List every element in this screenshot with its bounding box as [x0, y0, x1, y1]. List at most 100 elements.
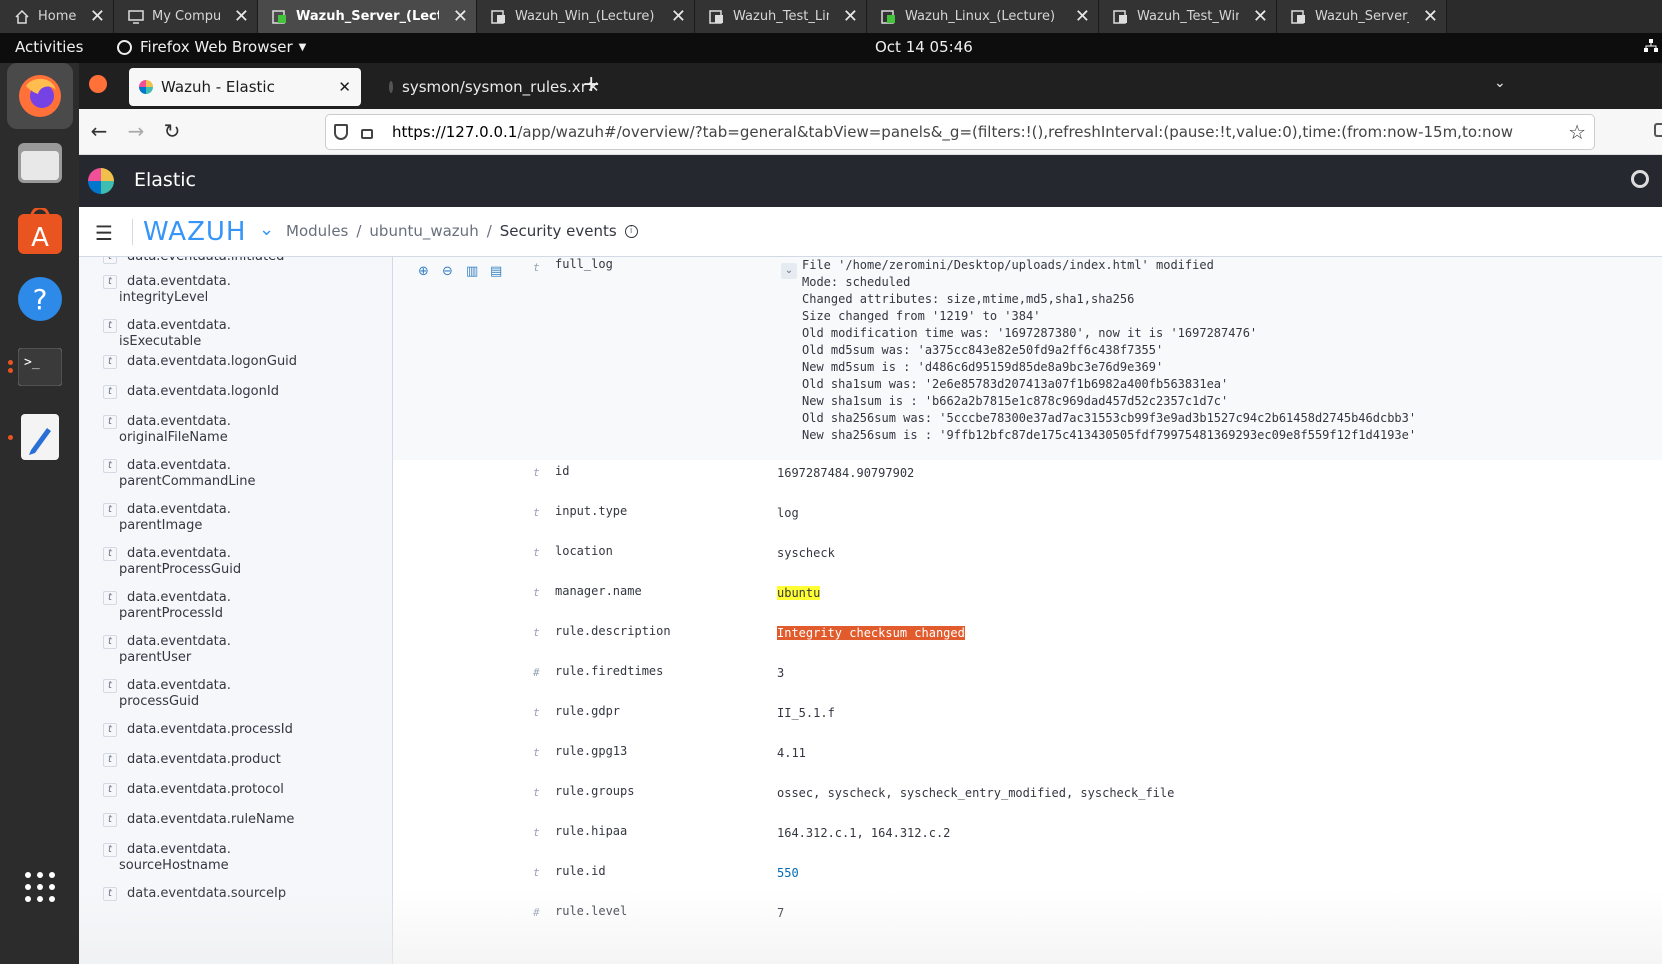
help-icon[interactable]: ? — [14, 273, 66, 325]
field-name-continued: parentProcessId — [119, 606, 224, 621]
document-field-row: t rule.hipaa 164.312.c.1, 164.312.c.2 — [393, 822, 1662, 862]
close-icon[interactable]: ✕ — [439, 6, 468, 27]
app-menu[interactable]: Firefox Web Browser ▼ — [117, 38, 306, 56]
tab-sysmon-rules[interactable]: sysmon/sysmon_rules.xr ✕ — [379, 68, 599, 106]
field-list-item[interactable]: t data.eventdata.initiated — [103, 257, 284, 265]
close-icon[interactable]: ✕ — [220, 6, 249, 27]
type-string-icon: t — [103, 723, 117, 737]
field-key: rule.id — [555, 864, 606, 878]
field-name: data.eventdata.logonGuid — [127, 354, 298, 369]
files-icon[interactable] — [14, 137, 66, 189]
chevron-down-icon[interactable]: ⌄ — [259, 219, 274, 240]
full-log-line: New sha1sum is : 'b662a2b7815e1c878c969d… — [802, 394, 1229, 408]
vm-tab-label: My Computer — [152, 9, 220, 24]
forward-icon[interactable]: → — [124, 119, 148, 143]
vm-tab[interactable]: Home ✕ — [0, 0, 114, 33]
full-log-line: Old md5sum was: 'a375cc843e82e50fd9a2ff6… — [802, 343, 1164, 357]
toggle-column-icon[interactable]: ▥ — [466, 265, 480, 279]
vm-tab-label: Wazuh_Win_(Lecture) — [515, 9, 655, 24]
field-list-item[interactable]: t data.eventdata. parentCommandLine — [103, 458, 256, 490]
close-icon[interactable]: ✕ — [1239, 6, 1268, 27]
lock-icon[interactable] — [361, 129, 373, 139]
close-icon[interactable]: ✕ — [829, 6, 858, 27]
computer-icon — [128, 9, 144, 24]
close-icon[interactable]: ✕ — [657, 6, 686, 27]
close-icon[interactable]: ✕ — [1061, 6, 1090, 27]
firefox-view-icon[interactable] — [89, 75, 107, 93]
bookmark-star-icon[interactable]: ☆ — [1568, 120, 1586, 144]
field-value[interactable]: 550 — [777, 866, 799, 880]
hamburger-menu-icon[interactable]: ☰ — [95, 221, 113, 245]
field-list-item[interactable]: t data.eventdata. parentProcessId — [103, 590, 231, 622]
url-bar[interactable]: https://127.0.0.1/app/wazuh#/overview/?t… — [325, 114, 1595, 150]
shield-icon[interactable] — [334, 124, 348, 140]
tab-wazuh-elastic[interactable]: Wazuh - Elastic ✕ — [129, 68, 361, 106]
vm-tab[interactable]: Wazuh_Win_(Lecture) ✕ — [477, 0, 695, 33]
filter-exists-icon[interactable]: ▤ — [490, 265, 504, 279]
full-log-line: Changed attributes: size,mtime,md5,sha1,… — [802, 292, 1135, 306]
field-list-item[interactable]: t data.eventdata.processId — [103, 722, 293, 738]
field-list-item[interactable]: t data.eventdata. parentProcessGuid — [103, 546, 241, 578]
field-list-item[interactable]: t data.eventdata.product — [103, 752, 281, 768]
field-list-item[interactable]: t data.eventdata. processGuid — [103, 678, 231, 710]
info-icon[interactable]: i — [624, 225, 638, 238]
vm-tab[interactable]: Wazuh_Linux_(Lecture) ✕ — [867, 0, 1099, 33]
close-tab-icon[interactable]: ✕ — [338, 78, 351, 96]
vm-tab[interactable]: Wazuh_Server_(Lecture)✕ — [258, 0, 477, 33]
list-all-tabs-icon[interactable]: ⌄ — [1494, 75, 1506, 91]
field-list-item[interactable]: t data.eventdata.sourceIp — [103, 886, 286, 902]
full-log-line: New sha256sum is : '9ffb12bfc87de175c413… — [802, 428, 1417, 442]
activities-button[interactable]: Activities — [15, 38, 83, 56]
full-log-line: Mode: scheduled — [802, 275, 911, 289]
field-value: Integrity checksum changed — [777, 626, 965, 640]
kibana-title: Elastic — [134, 169, 197, 191]
vm-tab-bar: Home✕My Computer✕Wazuh_Server_(Lecture)✕… — [0, 0, 1662, 33]
overflow-icon[interactable] — [1654, 123, 1662, 137]
vm-tab[interactable]: Wazuh_Test_Win ✕ — [1099, 0, 1277, 33]
back-icon[interactable]: ← — [87, 119, 111, 143]
type-string-icon: t — [103, 385, 117, 399]
field-name-continued: parentUser — [119, 650, 192, 665]
collapse-icon[interactable]: ⌄ — [781, 263, 797, 279]
network-icon[interactable] — [1644, 39, 1658, 53]
close-icon[interactable]: ✕ — [1409, 6, 1438, 27]
field-list-item[interactable]: t data.eventdata. parentImage — [103, 502, 231, 534]
firefox-dock-icon[interactable] — [7, 63, 73, 129]
url-text[interactable]: https://127.0.0.1/app/wazuh#/overview/?t… — [392, 123, 1542, 141]
field-value: 3 — [777, 666, 785, 680]
field-key: location — [555, 544, 613, 558]
type-string-icon: t — [103, 275, 117, 289]
field-list-item[interactable]: t data.eventdata. integrityLevel — [103, 274, 231, 306]
field-name: data.eventdata. — [127, 502, 231, 517]
field-list-item[interactable]: t data.eventdata. isExecutable — [103, 318, 231, 350]
vm-tab[interactable]: Wazuh_Test_Lin ✕ — [695, 0, 867, 33]
breadcrumb-modules[interactable]: Modules — [286, 222, 348, 240]
field-list-item[interactable]: t data.eventdata. parentUser — [103, 634, 231, 666]
zoom-out-icon[interactable]: ⊖ — [442, 265, 456, 279]
wazuh-logo[interactable]: WAZUH — [143, 217, 246, 247]
breadcrumb-agent[interactable]: ubuntu_wazuh — [369, 222, 478, 240]
text-editor-icon[interactable] — [14, 411, 66, 463]
breadcrumb-current: Security events — [499, 222, 617, 240]
field-list-item[interactable]: t data.eventdata.protocol — [103, 782, 284, 798]
clock[interactable]: Oct 14 05:46 — [875, 38, 973, 56]
type-string-icon: t — [533, 506, 540, 519]
terminal-icon[interactable]: >_ — [14, 341, 66, 393]
field-list-item[interactable]: t data.eventdata. originalFileName — [103, 414, 231, 446]
reload-icon[interactable]: ↻ — [160, 119, 184, 143]
vm-tab[interactable]: Wazuh_Server_#1✕ — [1277, 0, 1447, 33]
help-menu-icon[interactable] — [1631, 170, 1649, 188]
elastic-logo-icon[interactable] — [88, 168, 114, 194]
field-list-item[interactable]: t data.eventdata.logonGuid — [103, 354, 298, 370]
field-name: data.eventdata.ruleName — [127, 812, 295, 827]
field-list-item[interactable]: t data.eventdata.ruleName — [103, 812, 295, 828]
software-store-icon[interactable]: A — [14, 205, 66, 257]
zoom-in-icon[interactable]: ⊕ — [418, 265, 432, 279]
type-string-icon: t — [533, 586, 540, 599]
close-icon[interactable]: ✕ — [76, 6, 105, 27]
field-list-item[interactable]: t data.eventdata. sourceHostname — [103, 842, 231, 874]
new-tab-button[interactable]: + — [582, 72, 600, 97]
field-list-item[interactable]: t data.eventdata.logonId — [103, 384, 279, 400]
vm-tab[interactable]: My Computer✕ — [114, 0, 258, 33]
app-grid-icon[interactable] — [14, 861, 66, 913]
